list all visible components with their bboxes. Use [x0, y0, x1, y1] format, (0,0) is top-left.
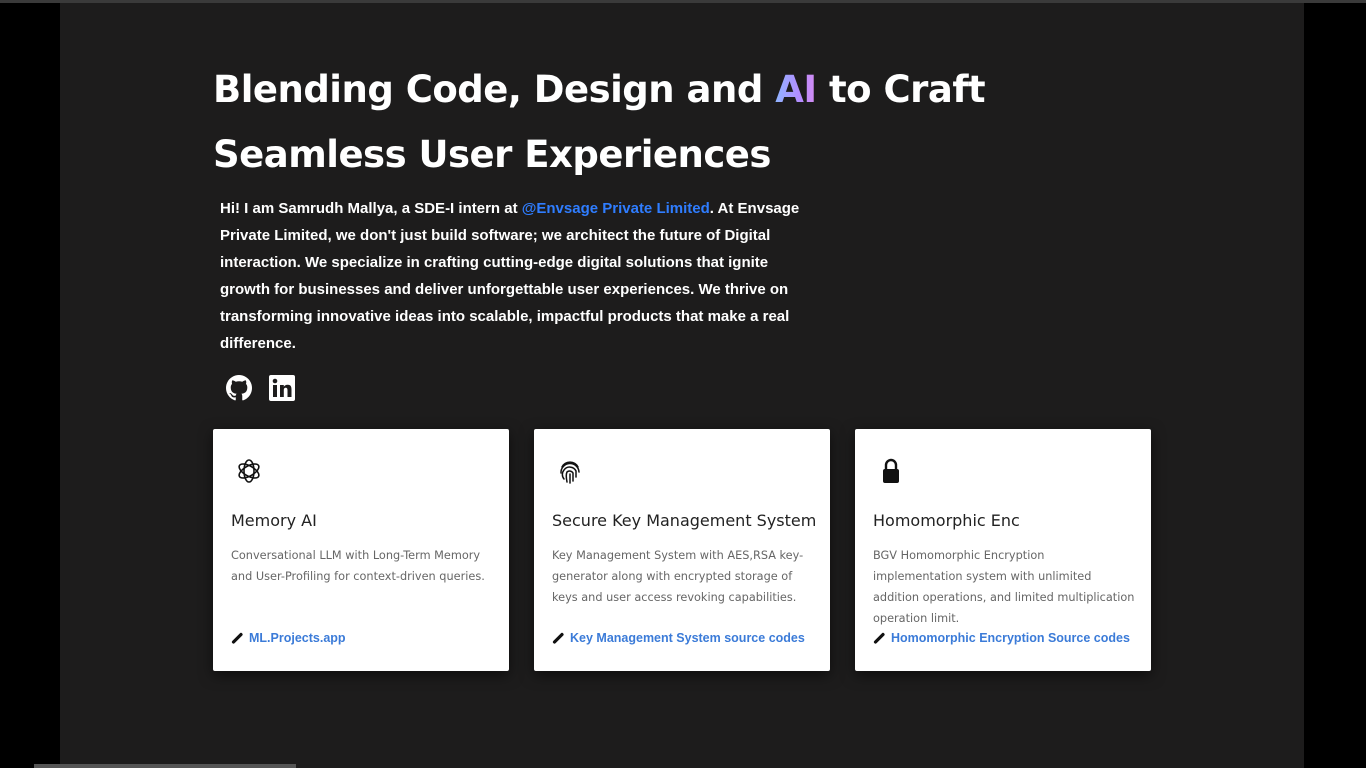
linkedin-icon [269, 375, 295, 401]
openai-icon [238, 459, 260, 483]
linkedin-link[interactable] [269, 373, 295, 403]
social-links [226, 373, 295, 403]
project-card-key-management: Secure Key Management System Key Managem… [534, 429, 830, 671]
hero-title-line2: Seamless User Experiences [213, 133, 771, 176]
project-title: Secure Key Management System [552, 511, 817, 530]
project-description: BGV Homomorphic Encryption implementatio… [873, 549, 1135, 625]
project-link[interactable]: Homomorphic Encryption Source codes [873, 631, 1130, 645]
hero-title-part2: to Craft [816, 68, 986, 111]
page-content: Blending Code, Design and AI to Craft Sea… [60, 3, 1304, 768]
hero-title-part1: Blending Code, Design and [213, 68, 776, 111]
project-link-label: ML.Projects.app [249, 631, 346, 645]
project-link-label: Key Management System source codes [570, 631, 805, 645]
project-link[interactable]: ML.Projects.app [231, 631, 346, 645]
project-description: Key Management System with AES,RSA key-g… [552, 549, 804, 604]
horizontal-scrollbar[interactable] [34, 764, 296, 768]
project-title: Homomorphic Enc [873, 511, 1020, 530]
github-link[interactable] [226, 373, 252, 403]
intro-prefix: Hi! I am Samrudh Mallya, a SDE-I intern … [220, 200, 522, 217]
fingerprint-icon [560, 461, 580, 484]
hero-title-ai: AI [775, 68, 817, 111]
intro-paragraph: Hi! I am Samrudh Mallya, a SDE-I intern … [220, 195, 820, 357]
project-title: Memory AI [231, 511, 317, 530]
lock-icon [883, 458, 899, 483]
intro-suffix: . At Envsage Private Limited, we don't j… [220, 200, 800, 352]
project-card-homomorphic-enc: Homomorphic Enc BGV Homomorphic Encrypti… [855, 429, 1151, 671]
project-card-memory-ai: Memory AI Conversational LLM with Long-T… [213, 429, 509, 671]
link-icon [552, 632, 564, 644]
hero-title: Blending Code, Design and AI to Craft Sea… [213, 57, 986, 187]
company-link[interactable]: @Envsage Private Limited [522, 200, 710, 217]
project-link-label: Homomorphic Encryption Source codes [891, 631, 1130, 645]
project-link[interactable]: Key Management System source codes [552, 631, 805, 645]
link-icon [231, 632, 243, 644]
github-icon [226, 375, 252, 401]
project-description: Conversational LLM with Long-Term Memory… [231, 549, 485, 583]
projects-grid: Memory AI Conversational LLM with Long-T… [213, 429, 1151, 671]
link-icon [873, 632, 885, 644]
